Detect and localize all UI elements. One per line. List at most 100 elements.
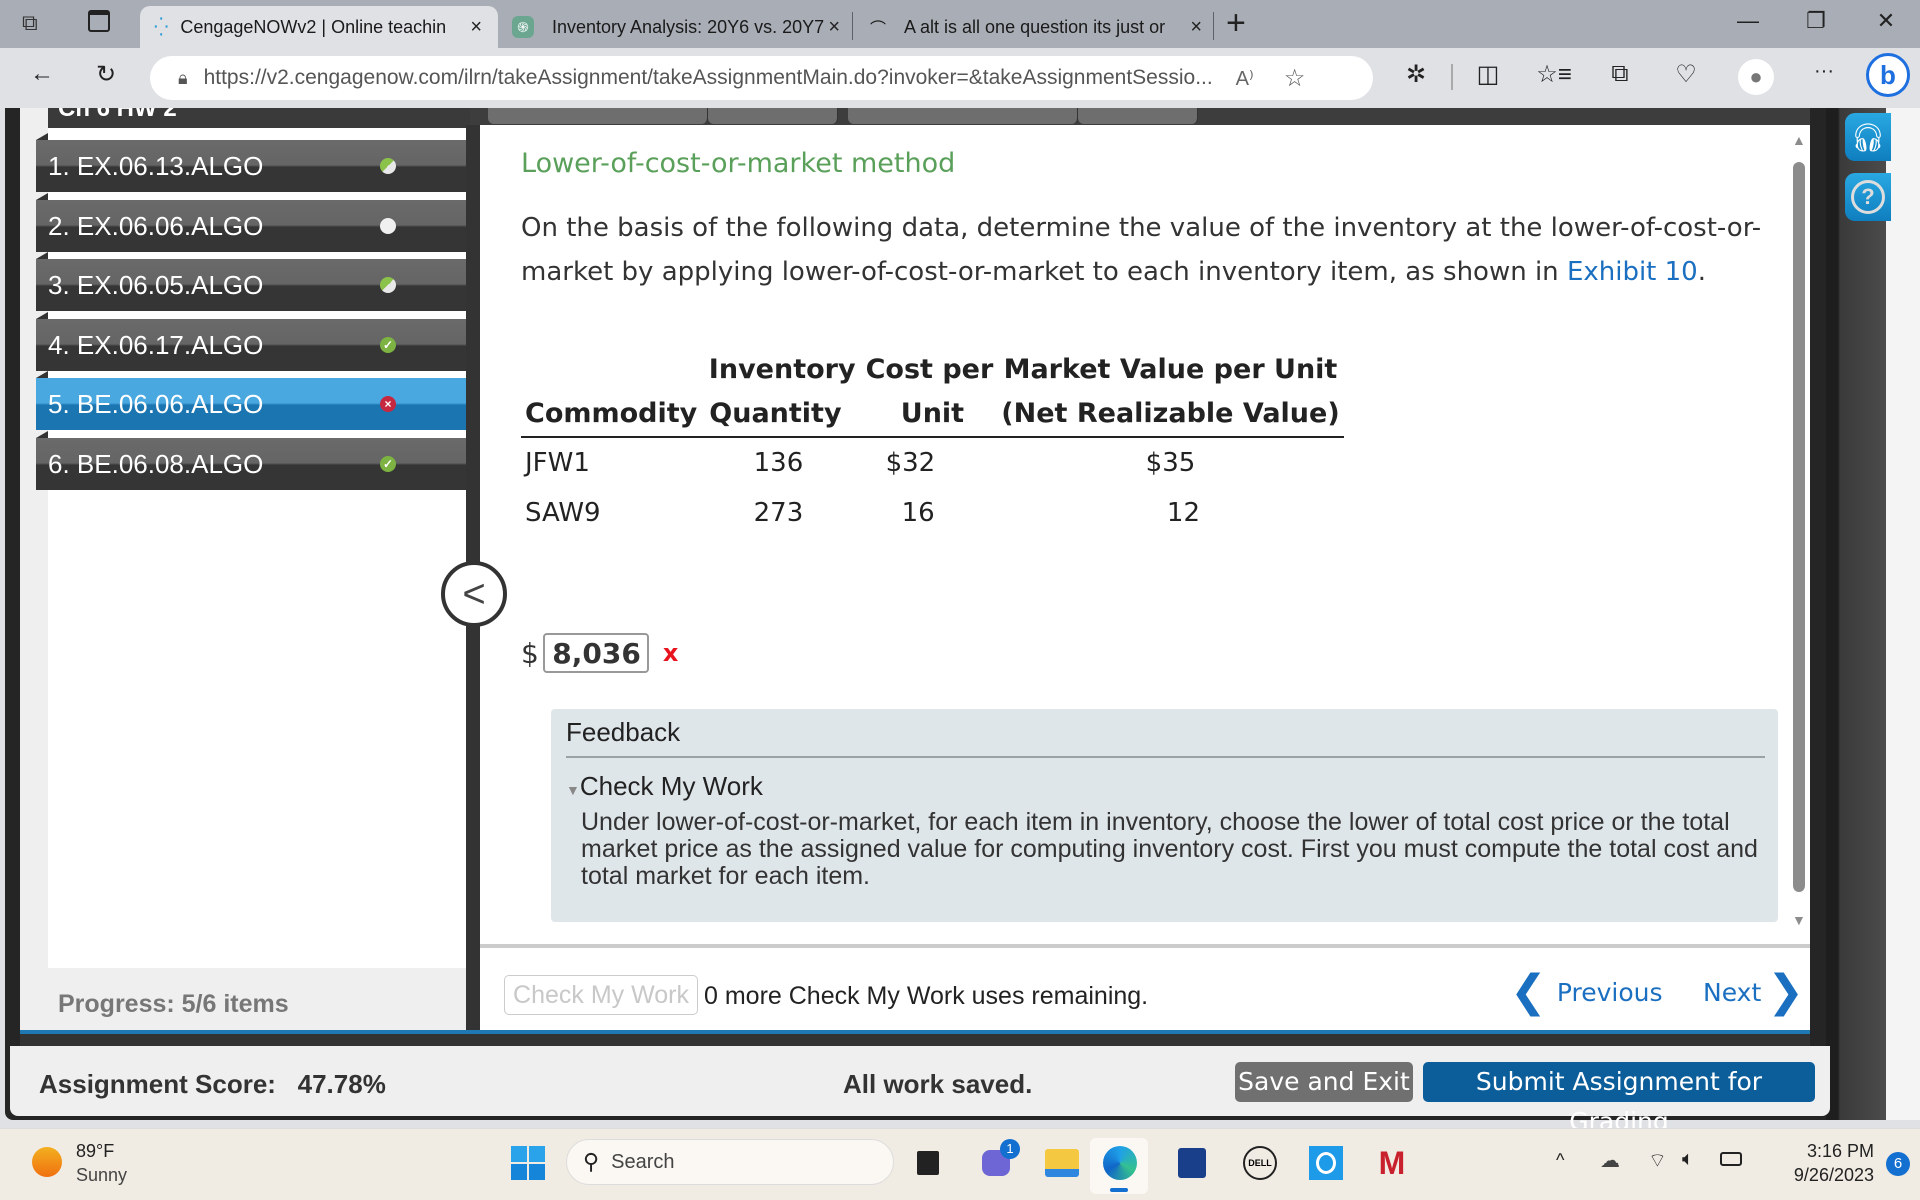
toolbar-button-blank[interactable] — [708, 108, 838, 124]
alexa-icon[interactable] — [1306, 1143, 1346, 1183]
search-icon: ⚲ — [583, 1149, 600, 1174]
favorite-star-icon[interactable]: ☆ — [1284, 64, 1306, 93]
weather-condition[interactable]: Sunny — [76, 1165, 127, 1186]
favorites-icon[interactable]: ☆≡ — [1536, 60, 1572, 89]
tab-alt-question[interactable]: ⌒ A alt is all one question its just or … — [866, 6, 1212, 48]
split-screen-icon[interactable]: ◫ — [1470, 60, 1506, 89]
save-and-exit-button[interactable]: Save and Exit — [1235, 1062, 1413, 1102]
check-my-work-toggle[interactable]: ▼Check My Work — [566, 771, 763, 802]
minimize-button[interactable]: — — [1728, 8, 1768, 34]
right-margin — [1886, 108, 1920, 1120]
sidebar-item-2[interactable]: 2. EX.06.06.ALGO — [36, 193, 468, 252]
item-notch — [36, 252, 48, 259]
content-scrollbar[interactable]: ▲ ▼ — [1790, 132, 1808, 932]
ebook-button[interactable]: eBook — [488, 108, 708, 124]
tab-cengage[interactable]: ⁛ CengageNOWv2 | Online teachin × — [140, 6, 498, 48]
table-row: SAW9 273 16 12 — [521, 488, 1344, 538]
table-row: JFW1 136 $32 $35 — [521, 437, 1344, 488]
column-header: Cost per — [865, 354, 994, 385]
volume-icon[interactable]: 🔈︎ — [1682, 1148, 1694, 1171]
cost-cell: $32 — [885, 448, 936, 478]
bing-copilot-icon[interactable]: b — [1866, 53, 1910, 97]
close-tab-icon[interactable]: × — [1190, 16, 1202, 39]
sidebar-item-1[interactable]: 1. EX.06.13.ALGO — [36, 133, 468, 192]
scroll-up-icon[interactable]: ▲ — [1792, 132, 1806, 148]
sidebar-item-5[interactable]: 5. BE.06.06.ALGO × — [36, 371, 468, 430]
show-me-how-button[interactable]: Show Me How — [848, 108, 1078, 124]
notification-badge[interactable]: 6 — [1886, 1152, 1910, 1176]
column-header: Unit — [855, 392, 998, 438]
support-headset-icon[interactable]: 🎧︎ — [1845, 113, 1891, 161]
collapse-sidebar-button[interactable]: < — [441, 561, 507, 627]
save-status: All work saved. — [843, 1069, 1033, 1099]
taskbar — [0, 1128, 1920, 1200]
correct-check-icon: ✓ — [380, 456, 396, 472]
check-my-work-remaining: 0 more Check My Work uses remaining. — [704, 982, 1149, 1010]
read-aloud-icon[interactable]: A⁾ — [1236, 66, 1254, 91]
item-notch — [36, 133, 48, 140]
mcafee-icon[interactable]: M — [1372, 1143, 1412, 1183]
collections-icon[interactable]: ⧉ — [1602, 60, 1638, 88]
column-header: Quantity — [701, 392, 856, 438]
column-header: Market Value per Unit — [1003, 354, 1338, 385]
new-tab-button[interactable]: + — [1226, 4, 1246, 43]
sidebar-item-label: 5. BE.06.06.ALGO — [48, 388, 264, 419]
taskbar-search[interactable]: ⚲ Search — [566, 1139, 894, 1185]
previous-button[interactable]: ❮ Previous — [1510, 966, 1663, 1017]
item-notch — [36, 312, 48, 319]
scroll-thumb[interactable] — [1793, 162, 1805, 892]
exhibit-link[interactable]: Exhibit 10 — [1567, 257, 1698, 287]
close-window-button[interactable]: ✕ — [1866, 8, 1906, 34]
battery-icon[interactable] — [1720, 1152, 1742, 1166]
clock-time[interactable]: 3:16 PM — [1782, 1141, 1874, 1162]
lock-icon: 🔒︎ — [178, 67, 188, 88]
scroll-down-icon[interactable]: ▼ — [1792, 912, 1806, 928]
profile-avatar[interactable]: ● — [1738, 59, 1774, 95]
sidebar-item-label: 2. EX.06.06.ALGO — [48, 210, 264, 241]
onedrive-cloud-icon[interactable]: ☁ — [1600, 1148, 1620, 1173]
item-notch — [36, 431, 48, 438]
teams-chat-icon[interactable]: 1 — [976, 1139, 1020, 1183]
answer-input[interactable] — [542, 633, 649, 673]
more-menu-icon[interactable]: ··· — [1806, 60, 1842, 83]
sidebar-item-3[interactable]: 3. EX.06.05.ALGO — [36, 252, 468, 311]
weather-sun-icon[interactable] — [32, 1147, 62, 1177]
start-windows-icon[interactable] — [508, 1143, 548, 1183]
close-tab-icon[interactable]: × — [828, 16, 840, 39]
chevron-left-icon: ❮ — [1510, 966, 1547, 1017]
tab-inventory-analysis[interactable]: ֍ Inventory Analysis: 20Y6 vs. 20Y7 × — [510, 6, 850, 48]
extensions-icon[interactable]: ✲ — [1398, 60, 1434, 89]
sidebar-item-4[interactable]: 4. EX.06.17.ALGO ✓ — [36, 312, 468, 371]
file-explorer-icon[interactable] — [1042, 1143, 1082, 1183]
search-placeholder: Search — [611, 1150, 675, 1173]
maximize-button[interactable]: ❐ — [1796, 8, 1836, 34]
sidebar-item-label: 6. BE.06.08.ALGO — [48, 448, 264, 479]
task-view-icon[interactable] — [908, 1143, 948, 1183]
browser-essentials-icon[interactable]: ♡ — [1668, 60, 1704, 89]
check-my-work-button[interactable]: Check My Work — [504, 975, 698, 1015]
active-indicator — [1110, 1188, 1128, 1192]
question-text: On the basis of the following data, dete… — [521, 206, 1771, 294]
commodity-cell: JFW1 — [525, 448, 590, 478]
next-button[interactable]: Next ❯ — [1703, 970, 1804, 1014]
vertical-tabs-icon[interactable] — [88, 10, 110, 32]
workspaces-icon[interactable]: ⧉ — [22, 10, 38, 36]
show-hidden-icons[interactable]: ^ — [1556, 1150, 1564, 1171]
toolbar-button-blank[interactable] — [1078, 108, 1198, 124]
refresh-icon[interactable]: ↻ — [88, 60, 124, 89]
dell-icon[interactable]: DELL — [1240, 1143, 1280, 1183]
quantity-cell: 273 — [753, 498, 804, 528]
submit-assignment-button[interactable]: Submit Assignment for Grading — [1423, 1062, 1815, 1136]
help-icon[interactable]: ? — [1845, 173, 1891, 221]
weather-temp[interactable]: 89°F — [76, 1141, 114, 1162]
clock-date[interactable]: 9/26/2023 — [1782, 1165, 1874, 1186]
edge-browser-icon[interactable] — [1100, 1143, 1140, 1183]
back-icon[interactable]: ← — [24, 60, 60, 88]
close-tab-icon[interactable]: × — [470, 16, 482, 39]
sidebar-item-6[interactable]: 6. BE.06.08.ALGO ✓ — [36, 431, 468, 490]
wifi-icon[interactable]: ⌔ — [1648, 1148, 1667, 1173]
address-bar[interactable]: 🔒︎ https://v2.cengagenow.com/ilrn/takeAs… — [150, 56, 1373, 100]
feedback-body: Under lower-of-cost-or-market, for each … — [581, 808, 1758, 890]
microsoft-store-icon[interactable] — [1172, 1143, 1212, 1183]
market-cell: $35 — [1145, 448, 1196, 478]
